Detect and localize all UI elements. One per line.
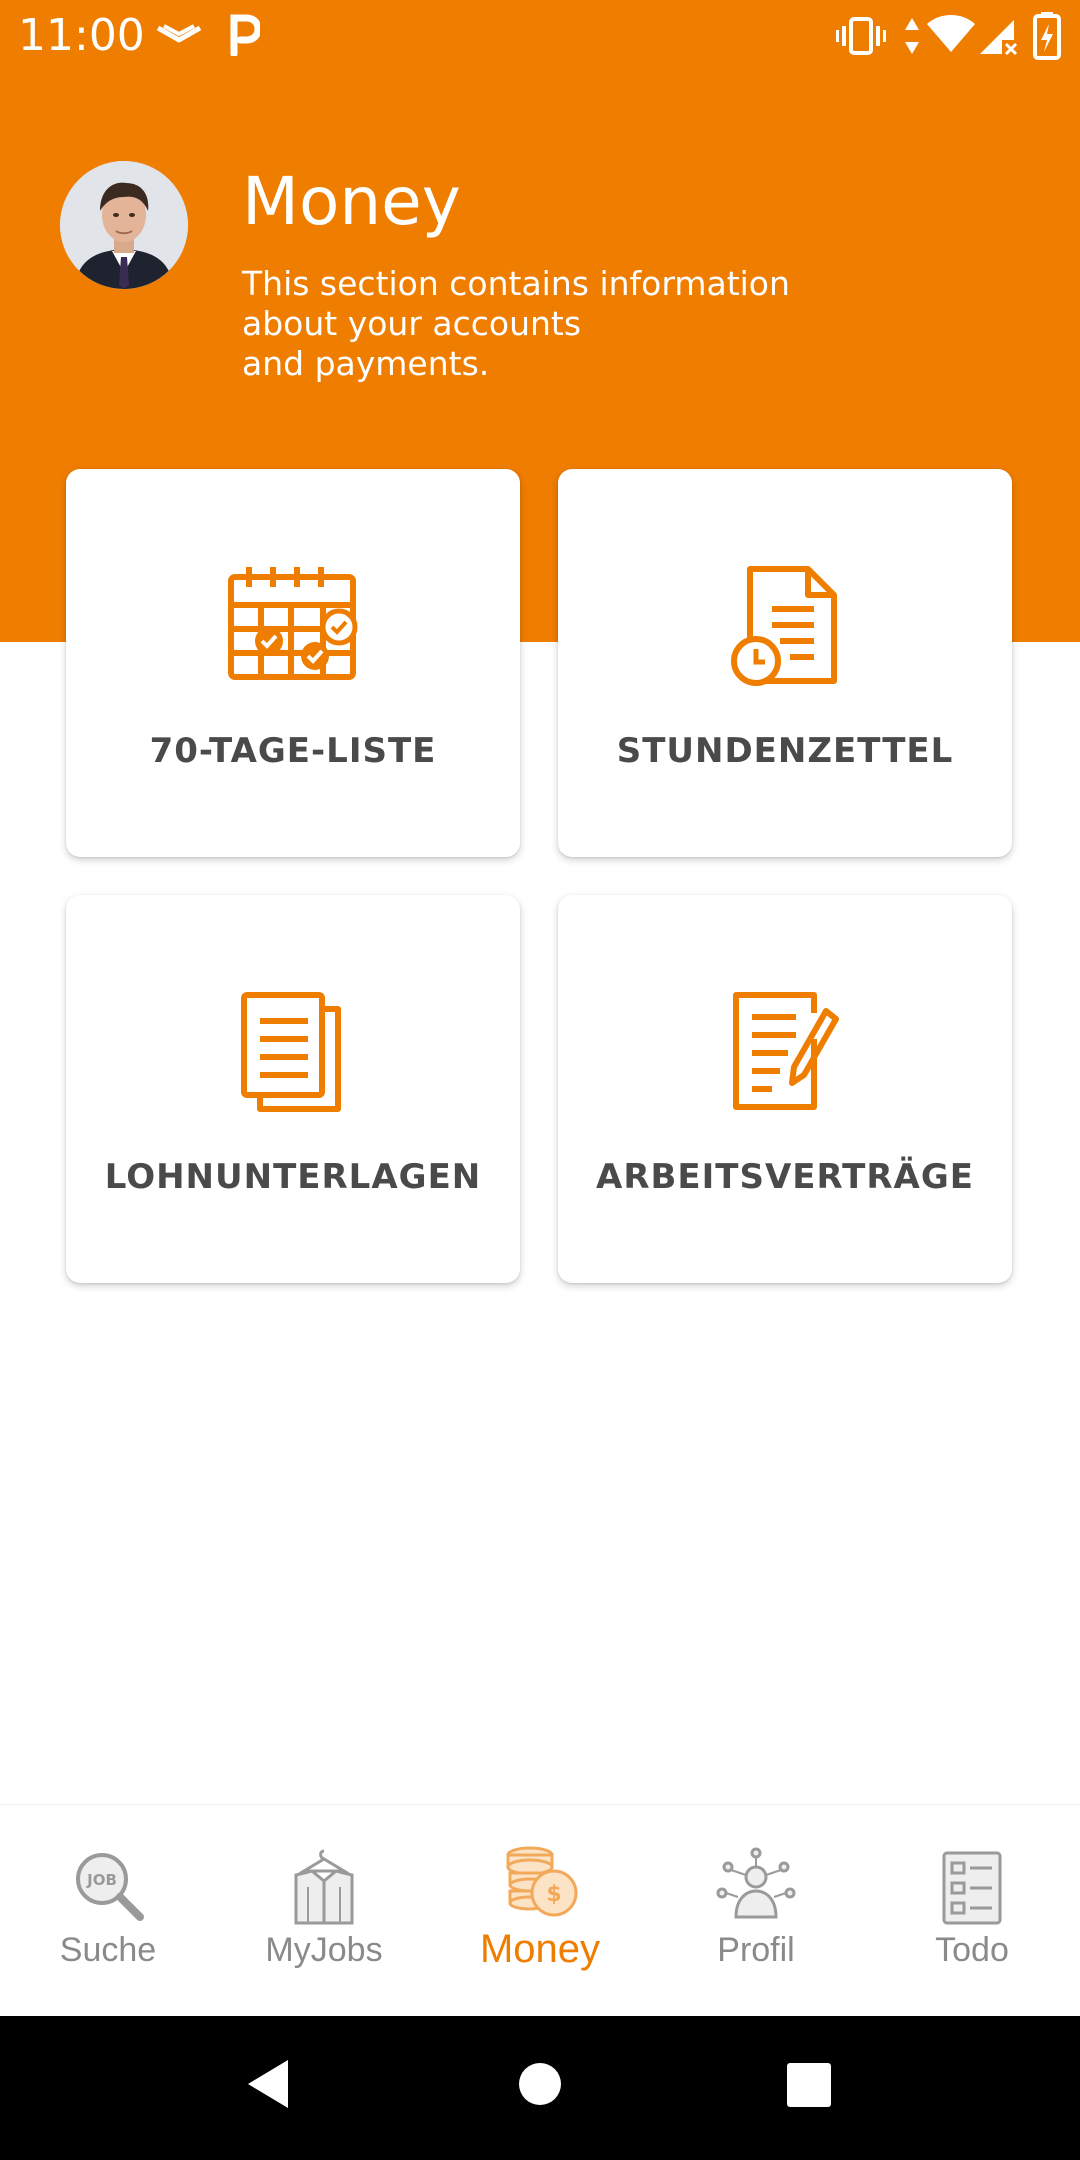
- calendar-check-icon: [228, 567, 358, 680]
- status-time: 11:00: [18, 10, 145, 61]
- documents-stack-icon: [241, 992, 341, 1112]
- avatar[interactable]: [60, 161, 188, 289]
- page-subtitle: This section contains information about …: [242, 264, 842, 384]
- nav-label: MyJobs: [265, 1931, 383, 1969]
- svg-text:$: $: [546, 1882, 561, 1907]
- card-label: STUNDENZETTEL: [616, 731, 954, 771]
- subtitle-line: This section contains information: [242, 264, 790, 303]
- nav-label: Money: [479, 1927, 601, 1971]
- job-search-icon: JOB: [76, 1853, 144, 1921]
- system-navigation-bar: [0, 2016, 1080, 2160]
- notification-app-icon: [156, 24, 202, 43]
- battery-charging-icon: [1033, 12, 1061, 60]
- page-title: Money: [242, 163, 461, 240]
- coins-icon: $: [506, 1846, 578, 1917]
- data-transfer-icon: [905, 18, 919, 54]
- checklist-icon: [942, 1851, 1002, 1925]
- contract-pen-icon: [733, 992, 839, 1110]
- card-70-tage-liste[interactable]: 70-TAGE-LISTE: [66, 469, 520, 857]
- profile-network-icon: [716, 1847, 796, 1919]
- nav-item-suche[interactable]: JOB Suche: [0, 1805, 216, 2017]
- svg-text:JOB: JOB: [86, 1871, 117, 1889]
- nav-label: Todo: [935, 1931, 1009, 1969]
- parking-app-icon: [230, 14, 260, 56]
- card-label: LOHNUNTERLAGEN: [104, 1157, 482, 1197]
- home-icon[interactable]: [518, 2062, 562, 2106]
- recents-icon[interactable]: [786, 2062, 832, 2108]
- subtitle-line: about your accounts: [242, 304, 582, 343]
- wifi-icon: [927, 15, 975, 52]
- bottom-navigation: JOB Suche MyJobs $ Money Profil Todo: [0, 1804, 1080, 2017]
- vibrate-icon: [836, 17, 886, 55]
- nav-item-todo[interactable]: Todo: [864, 1805, 1080, 2017]
- document-clock-icon: [731, 566, 837, 686]
- card-stundenzettel[interactable]: STUNDENZETTEL: [558, 469, 1012, 857]
- shirt-hanger-icon: [294, 1849, 354, 1925]
- cell-signal-icon: [980, 20, 1018, 56]
- user-portrait-icon: [60, 161, 188, 289]
- card-arbeitsvertraege[interactable]: ARBEITSVERTRÄGE: [558, 895, 1012, 1283]
- status-bar: 11:00: [0, 0, 1080, 72]
- nav-item-myjobs[interactable]: MyJobs: [216, 1805, 432, 2017]
- app-screen: 11:00 Money This section contains inform…: [0, 0, 1080, 2160]
- back-icon[interactable]: [244, 2058, 292, 2110]
- nav-item-money[interactable]: $ Money: [432, 1805, 648, 2017]
- card-lohnunterlagen[interactable]: LOHNUNTERLAGEN: [66, 895, 520, 1283]
- card-label: 70-TAGE-LISTE: [149, 731, 437, 771]
- subtitle-line: and payments.: [242, 344, 490, 383]
- nav-label: Suche: [59, 1931, 157, 1969]
- nav-label: Profil: [717, 1931, 795, 1969]
- card-label: ARBEITSVERTRÄGE: [596, 1157, 974, 1197]
- nav-item-profil[interactable]: Profil: [648, 1805, 864, 2017]
